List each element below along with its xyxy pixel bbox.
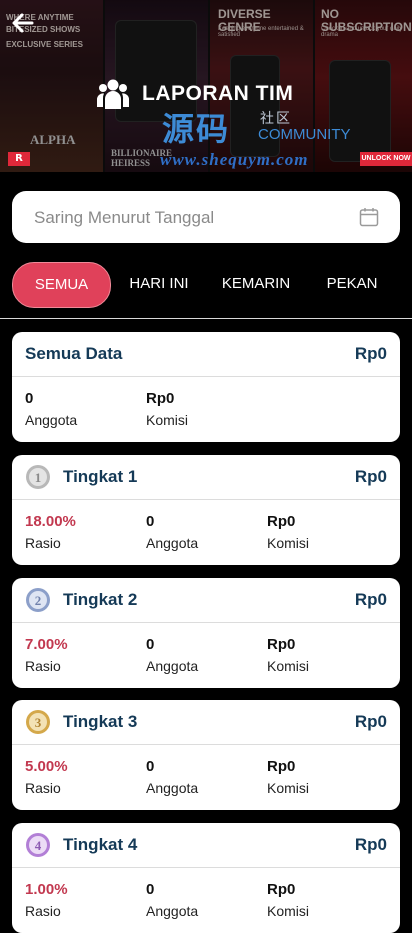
ratio-label: Rasio <box>25 780 61 796</box>
arrow-left-icon <box>12 13 34 33</box>
page-title: LAPORAN TIM <box>142 82 294 105</box>
tab-pekan[interactable]: PEKAN <box>314 262 390 306</box>
watermark-url: www.shequym.com <box>160 150 309 169</box>
level-card-3: 3 Tingkat 3 Rp0 5.00% Rasio 0 Anggota Rp… <box>12 700 400 810</box>
members-label: Anggota <box>25 412 78 428</box>
members-value: 0 <box>146 513 155 530</box>
watermark-logo-text: 源码 <box>162 110 231 148</box>
svg-text:2: 2 <box>35 593 42 608</box>
commission-label: Komisi <box>267 780 310 796</box>
tabs-divider <box>0 318 412 319</box>
team-icon <box>97 79 129 109</box>
r-badge: R <box>8 152 30 166</box>
unlock-now-badge: UNLOCK NOW <box>360 152 412 166</box>
card-amount: Rp0 <box>354 590 387 609</box>
level-card-4: 4 Tingkat 4 Rp0 1.00% Rasio 0 Anggota Rp… <box>12 823 400 933</box>
commission-label: Komisi <box>267 903 310 919</box>
ratio-stat: 5.00% Rasio <box>25 758 68 796</box>
ratio-value: 7.00% <box>25 636 68 653</box>
card-header: 1 Tingkat 1 Rp0 <box>12 455 400 500</box>
commission-stat: Rp0 Komisi <box>267 513 309 551</box>
members-label: Anggota <box>146 780 199 796</box>
card-title: Tingkat 2 <box>63 590 138 609</box>
ratio-label: Rasio <box>25 903 61 919</box>
members-stat: 0 Anggota <box>25 390 77 428</box>
ratio-stat: 18.00% Rasio <box>25 513 76 551</box>
card-header: 3 Tingkat 3 Rp0 <box>12 700 400 745</box>
summary-card: Semua Data Rp0 0 Anggota Rp0 Komisi <box>12 332 400 442</box>
ratio-label: Rasio <box>25 658 61 674</box>
ratio-value: 18.00% <box>25 513 76 530</box>
commission-value: Rp0 <box>267 758 296 775</box>
commission-value: Rp0 <box>146 390 175 407</box>
ratio-stat: 7.00% Rasio <box>25 636 68 674</box>
commission-label: Komisi <box>267 658 310 674</box>
svg-text:4: 4 <box>35 838 42 853</box>
commission-stat: Rp0 Komisi <box>267 636 309 674</box>
medal-4-icon: 4 <box>26 833 50 857</box>
card-header: Semua Data Rp0 <box>12 332 400 377</box>
calendar-icon[interactable] <box>359 207 379 227</box>
card-title: Tingkat 4 <box>63 835 138 854</box>
card-header: 2 Tingkat 2 Rp0 <box>12 578 400 623</box>
ratio-label: Rasio <box>25 535 61 551</box>
members-value: 0 <box>146 881 155 898</box>
card-amount: Rp0 <box>354 712 387 731</box>
ratio-stat: 1.00% Rasio <box>25 881 68 919</box>
card-title: Semua Data <box>25 344 123 363</box>
level-card-2: 2 Tingkat 2 Rp0 7.00% Rasio 0 Anggota Rp… <box>12 578 400 688</box>
watermark-logo-text: 社区 <box>260 111 292 127</box>
commission-label: Komisi <box>267 535 310 551</box>
card-amount: Rp0 <box>354 467 387 486</box>
commission-value: Rp0 <box>267 636 296 653</box>
back-button[interactable] <box>10 10 36 36</box>
card-amount: Rp0 <box>354 344 387 363</box>
members-value: 0 <box>146 636 155 653</box>
card-title: Tingkat 3 <box>63 712 138 731</box>
tab-hari-ini[interactable]: HARI INI <box>118 262 200 306</box>
svg-text:1: 1 <box>35 470 42 485</box>
members-stat: 0 Anggota <box>146 636 198 674</box>
ratio-value: 5.00% <box>25 758 68 775</box>
tab-kemarin[interactable]: KEMARIN <box>212 262 300 306</box>
commission-value: Rp0 <box>267 881 296 898</box>
members-label: Anggota <box>146 903 199 919</box>
commission-label: Komisi <box>146 412 189 428</box>
card-title: Tingkat 1 <box>63 467 138 486</box>
commission-stat: Rp0 Komisi <box>146 390 188 428</box>
tab-semua[interactable]: SEMUA <box>12 262 111 308</box>
watermark-community: COMMUNITY <box>258 126 351 143</box>
medal-2-icon: 2 <box>26 588 50 612</box>
medal-3-icon: 3 <box>26 710 50 734</box>
members-stat: 0 Anggota <box>146 758 198 796</box>
members-value: 0 <box>25 390 34 407</box>
date-filter-input[interactable] <box>12 191 366 245</box>
ratio-value: 1.00% <box>25 881 68 898</box>
members-label: Anggota <box>146 535 199 551</box>
members-stat: 0 Anggota <box>146 513 198 551</box>
members-label: Anggota <box>146 658 199 674</box>
commission-stat: Rp0 Komisi <box>267 881 309 919</box>
level-card-1: 1 Tingkat 1 Rp0 18.00% Rasio 0 Anggota R… <box>12 455 400 565</box>
card-header: 4 Tingkat 4 Rp0 <box>12 823 400 868</box>
svg-text:3: 3 <box>35 715 42 730</box>
period-tabs: SEMUA HARI INI KEMARIN PEKAN <box>0 262 412 308</box>
date-filter[interactable] <box>12 191 400 245</box>
commission-value: Rp0 <box>267 513 296 530</box>
members-value: 0 <box>146 758 155 775</box>
card-amount: Rp0 <box>354 835 387 854</box>
medal-1-icon: 1 <box>26 465 50 489</box>
commission-stat: Rp0 Komisi <box>267 758 309 796</box>
members-stat: 0 Anggota <box>146 881 198 919</box>
